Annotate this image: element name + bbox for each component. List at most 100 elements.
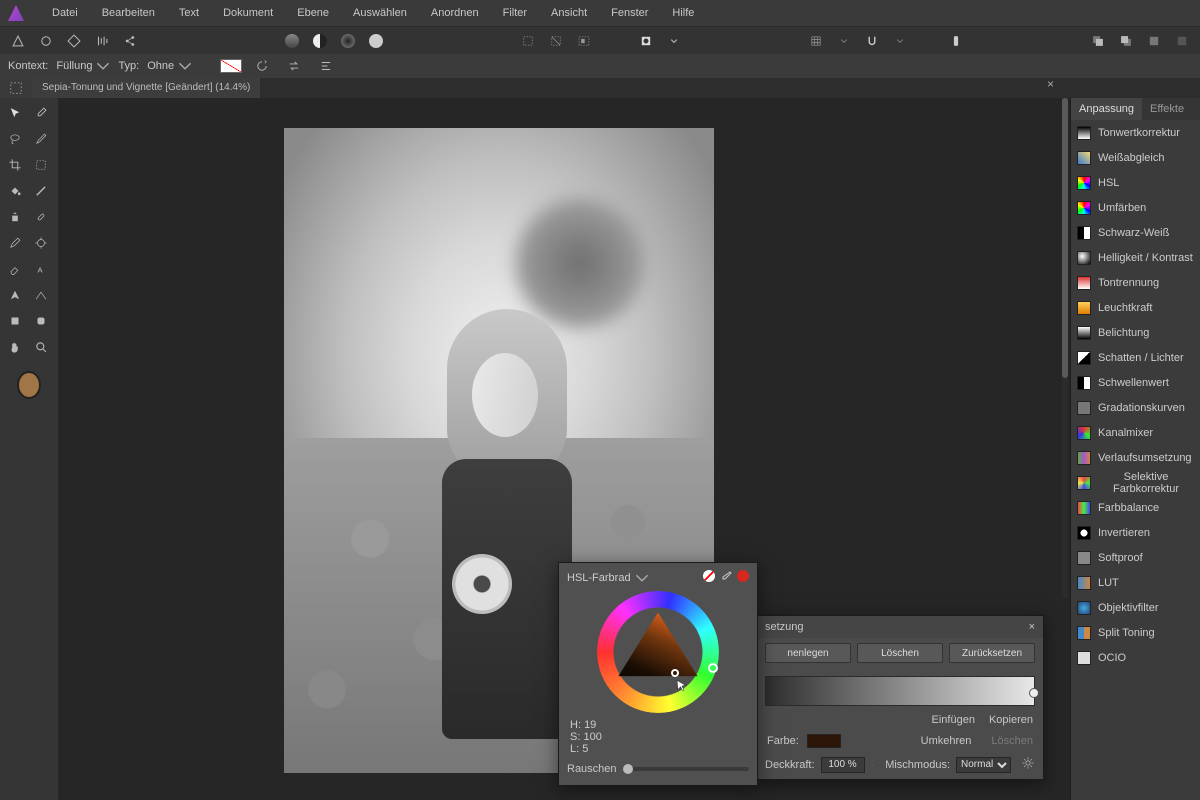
corner-tool-icon[interactable]	[29, 309, 53, 333]
insert-link[interactable]: Einfügen	[932, 714, 975, 726]
persona-photo-icon[interactable]	[6, 29, 30, 53]
menu-dokument[interactable]: Dokument	[211, 0, 285, 26]
menu-datei[interactable]: Datei	[40, 0, 90, 26]
opacity-field[interactable]	[821, 757, 865, 773]
quickmask-icon[interactable]	[634, 29, 658, 53]
document-tab[interactable]: Sepia-Tonung und Vignette [Geändert] (14…	[32, 78, 260, 98]
no-color-icon[interactable]	[703, 570, 715, 582]
adjustment-farbbalance[interactable]: Farbbalance	[1071, 495, 1165, 520]
assistant-icon[interactable]	[944, 29, 968, 53]
copy-link[interactable]: Kopieren	[989, 714, 1033, 726]
gear-icon[interactable]	[1021, 756, 1035, 773]
hue-ring-marker[interactable]	[708, 663, 718, 673]
rotate-icon[interactable]	[250, 54, 274, 78]
persona-export-icon[interactable]	[118, 29, 142, 53]
adjustment-objektivfilter[interactable]: Objektivfilter	[1071, 595, 1165, 620]
chevron-down-icon[interactable]	[871, 758, 874, 772]
adjustment-selektive-farbkorrektur[interactable]: Selektive Farbkorrektur	[1071, 470, 1200, 495]
adjustment-schwarz-wei-[interactable]: Schwarz-Weiß	[1071, 220, 1175, 245]
fill-swatch[interactable]	[220, 59, 242, 73]
pencil-tool-icon[interactable]	[3, 231, 27, 255]
adjustment-softproof[interactable]: Softproof	[1071, 545, 1149, 570]
adjustment-tontrennung[interactable]: Tontrennung	[1071, 270, 1165, 295]
menu-ebene[interactable]: Ebene	[285, 0, 341, 26]
node-tool-icon[interactable]	[29, 283, 53, 307]
menu-text[interactable]: Text	[167, 0, 211, 26]
triangle-marker[interactable]	[671, 669, 679, 677]
blend-mode-2-icon[interactable]	[308, 29, 332, 53]
adjustment-wei-abgleich[interactable]: Weißabgleich	[1071, 145, 1170, 170]
menu-hilfe[interactable]: Hilfe	[660, 0, 706, 26]
gradient-stop-handle[interactable]	[1029, 688, 1039, 698]
reverse-icon[interactable]	[282, 54, 306, 78]
blend-mode-1-icon[interactable]	[280, 29, 304, 53]
context-fill-dropdown[interactable]: Füllung	[56, 59, 110, 73]
adjustment-ocio[interactable]: OCIO	[1071, 645, 1132, 670]
adjustment-lut[interactable]: LUT	[1071, 570, 1125, 595]
adjustment-gradationskurven[interactable]: Gradationskurven	[1071, 395, 1191, 420]
retouch-tool-icon[interactable]	[29, 231, 53, 255]
magnet-dropdown-icon[interactable]	[888, 29, 912, 53]
current-color-swatch[interactable]	[737, 570, 749, 582]
gradient-tool-icon[interactable]	[29, 179, 53, 203]
blend-mode-3-icon[interactable]	[336, 29, 360, 53]
marquee-tool-icon[interactable]	[29, 153, 53, 177]
eyedropper-icon[interactable]	[719, 570, 733, 587]
tab-stile[interactable]: Stile	[1192, 98, 1200, 120]
adjustment-schwellenwert[interactable]: Schwellenwert	[1071, 370, 1175, 395]
foreground-color-well[interactable]	[17, 371, 41, 399]
invert-link[interactable]: Umkehren	[921, 735, 972, 747]
arrange-back-icon[interactable]	[1086, 29, 1110, 53]
brush-tool-icon[interactable]	[29, 127, 53, 151]
arrange-4-icon[interactable]	[1170, 29, 1194, 53]
menu-bearbeiten[interactable]: Bearbeiten	[90, 0, 167, 26]
persona-liquify-icon[interactable]	[34, 29, 58, 53]
selection-3-icon[interactable]	[572, 29, 596, 53]
adjustment-belichtung[interactable]: Belichtung	[1071, 320, 1155, 345]
selection-1-icon[interactable]	[516, 29, 540, 53]
flood-fill-icon[interactable]	[3, 179, 27, 203]
menu-fenster[interactable]: Fenster	[599, 0, 660, 26]
adjustment-hsl[interactable]: HSL	[1071, 170, 1125, 195]
crop-tool-icon[interactable]	[3, 153, 27, 177]
blend-mode-select[interactable]: Normal	[956, 757, 1011, 773]
pen-tool-icon[interactable]	[3, 283, 27, 307]
adjustment-split-toning[interactable]: Split Toning	[1071, 620, 1161, 645]
adjustment-kanalmixer[interactable]: Kanalmixer	[1071, 420, 1159, 445]
close-tab-icon[interactable]: ×	[1047, 77, 1054, 91]
adjustment-verlaufsumsetzung[interactable]: Verlaufsumsetzung	[1071, 445, 1198, 470]
snap-dropdown-icon[interactable]	[832, 29, 856, 53]
text-tool-icon[interactable]: A	[29, 257, 53, 281]
adjustment-invertieren[interactable]: Invertieren	[1071, 520, 1156, 545]
color-picker-icon[interactable]	[29, 101, 53, 125]
menu-filter[interactable]: Filter	[491, 0, 539, 26]
tab-effekte[interactable]: Effekte	[1142, 98, 1192, 120]
dropdown-icon[interactable]	[662, 29, 686, 53]
clone-tool-icon[interactable]	[3, 205, 27, 229]
selection-2-icon[interactable]	[544, 29, 568, 53]
magnet-icon[interactable]	[860, 29, 884, 53]
persona-tone-icon[interactable]	[90, 29, 114, 53]
blend-mode-4-icon[interactable]	[364, 29, 388, 53]
color-swatch[interactable]	[807, 734, 841, 748]
vertical-scrollbar[interactable]	[1062, 98, 1068, 598]
persona-develop-icon[interactable]	[62, 29, 86, 53]
delete-button[interactable]: Löschen	[857, 643, 943, 663]
adjustment-leuchtkraft[interactable]: Leuchtkraft	[1071, 295, 1158, 320]
eraser-tool-icon[interactable]	[3, 257, 27, 281]
menu-auswaehlen[interactable]: Auswählen	[341, 0, 419, 26]
arrange-front-icon[interactable]	[1114, 29, 1138, 53]
move-tool-icon[interactable]	[3, 101, 27, 125]
context-type-dropdown[interactable]: Ohne	[147, 59, 192, 73]
tab-anpassung[interactable]: Anpassung	[1071, 98, 1142, 120]
healing-tool-icon[interactable]	[29, 205, 53, 229]
merge-button[interactable]: nenlegen	[765, 643, 851, 663]
adjustment-tonwertkorrektur[interactable]: Tonwertkorrektur	[1071, 120, 1186, 145]
lasso-tool-icon[interactable]	[3, 127, 27, 151]
adjustment-schatten-lichter[interactable]: Schatten / Lichter	[1071, 345, 1190, 370]
noise-slider[interactable]	[623, 767, 749, 771]
hand-tool-icon[interactable]	[3, 335, 27, 359]
adjustment-helligkeit-kontrast[interactable]: Helligkeit / Kontrast	[1071, 245, 1199, 270]
color-wheel[interactable]	[597, 591, 719, 713]
menu-anordnen[interactable]: Anordnen	[419, 0, 491, 26]
